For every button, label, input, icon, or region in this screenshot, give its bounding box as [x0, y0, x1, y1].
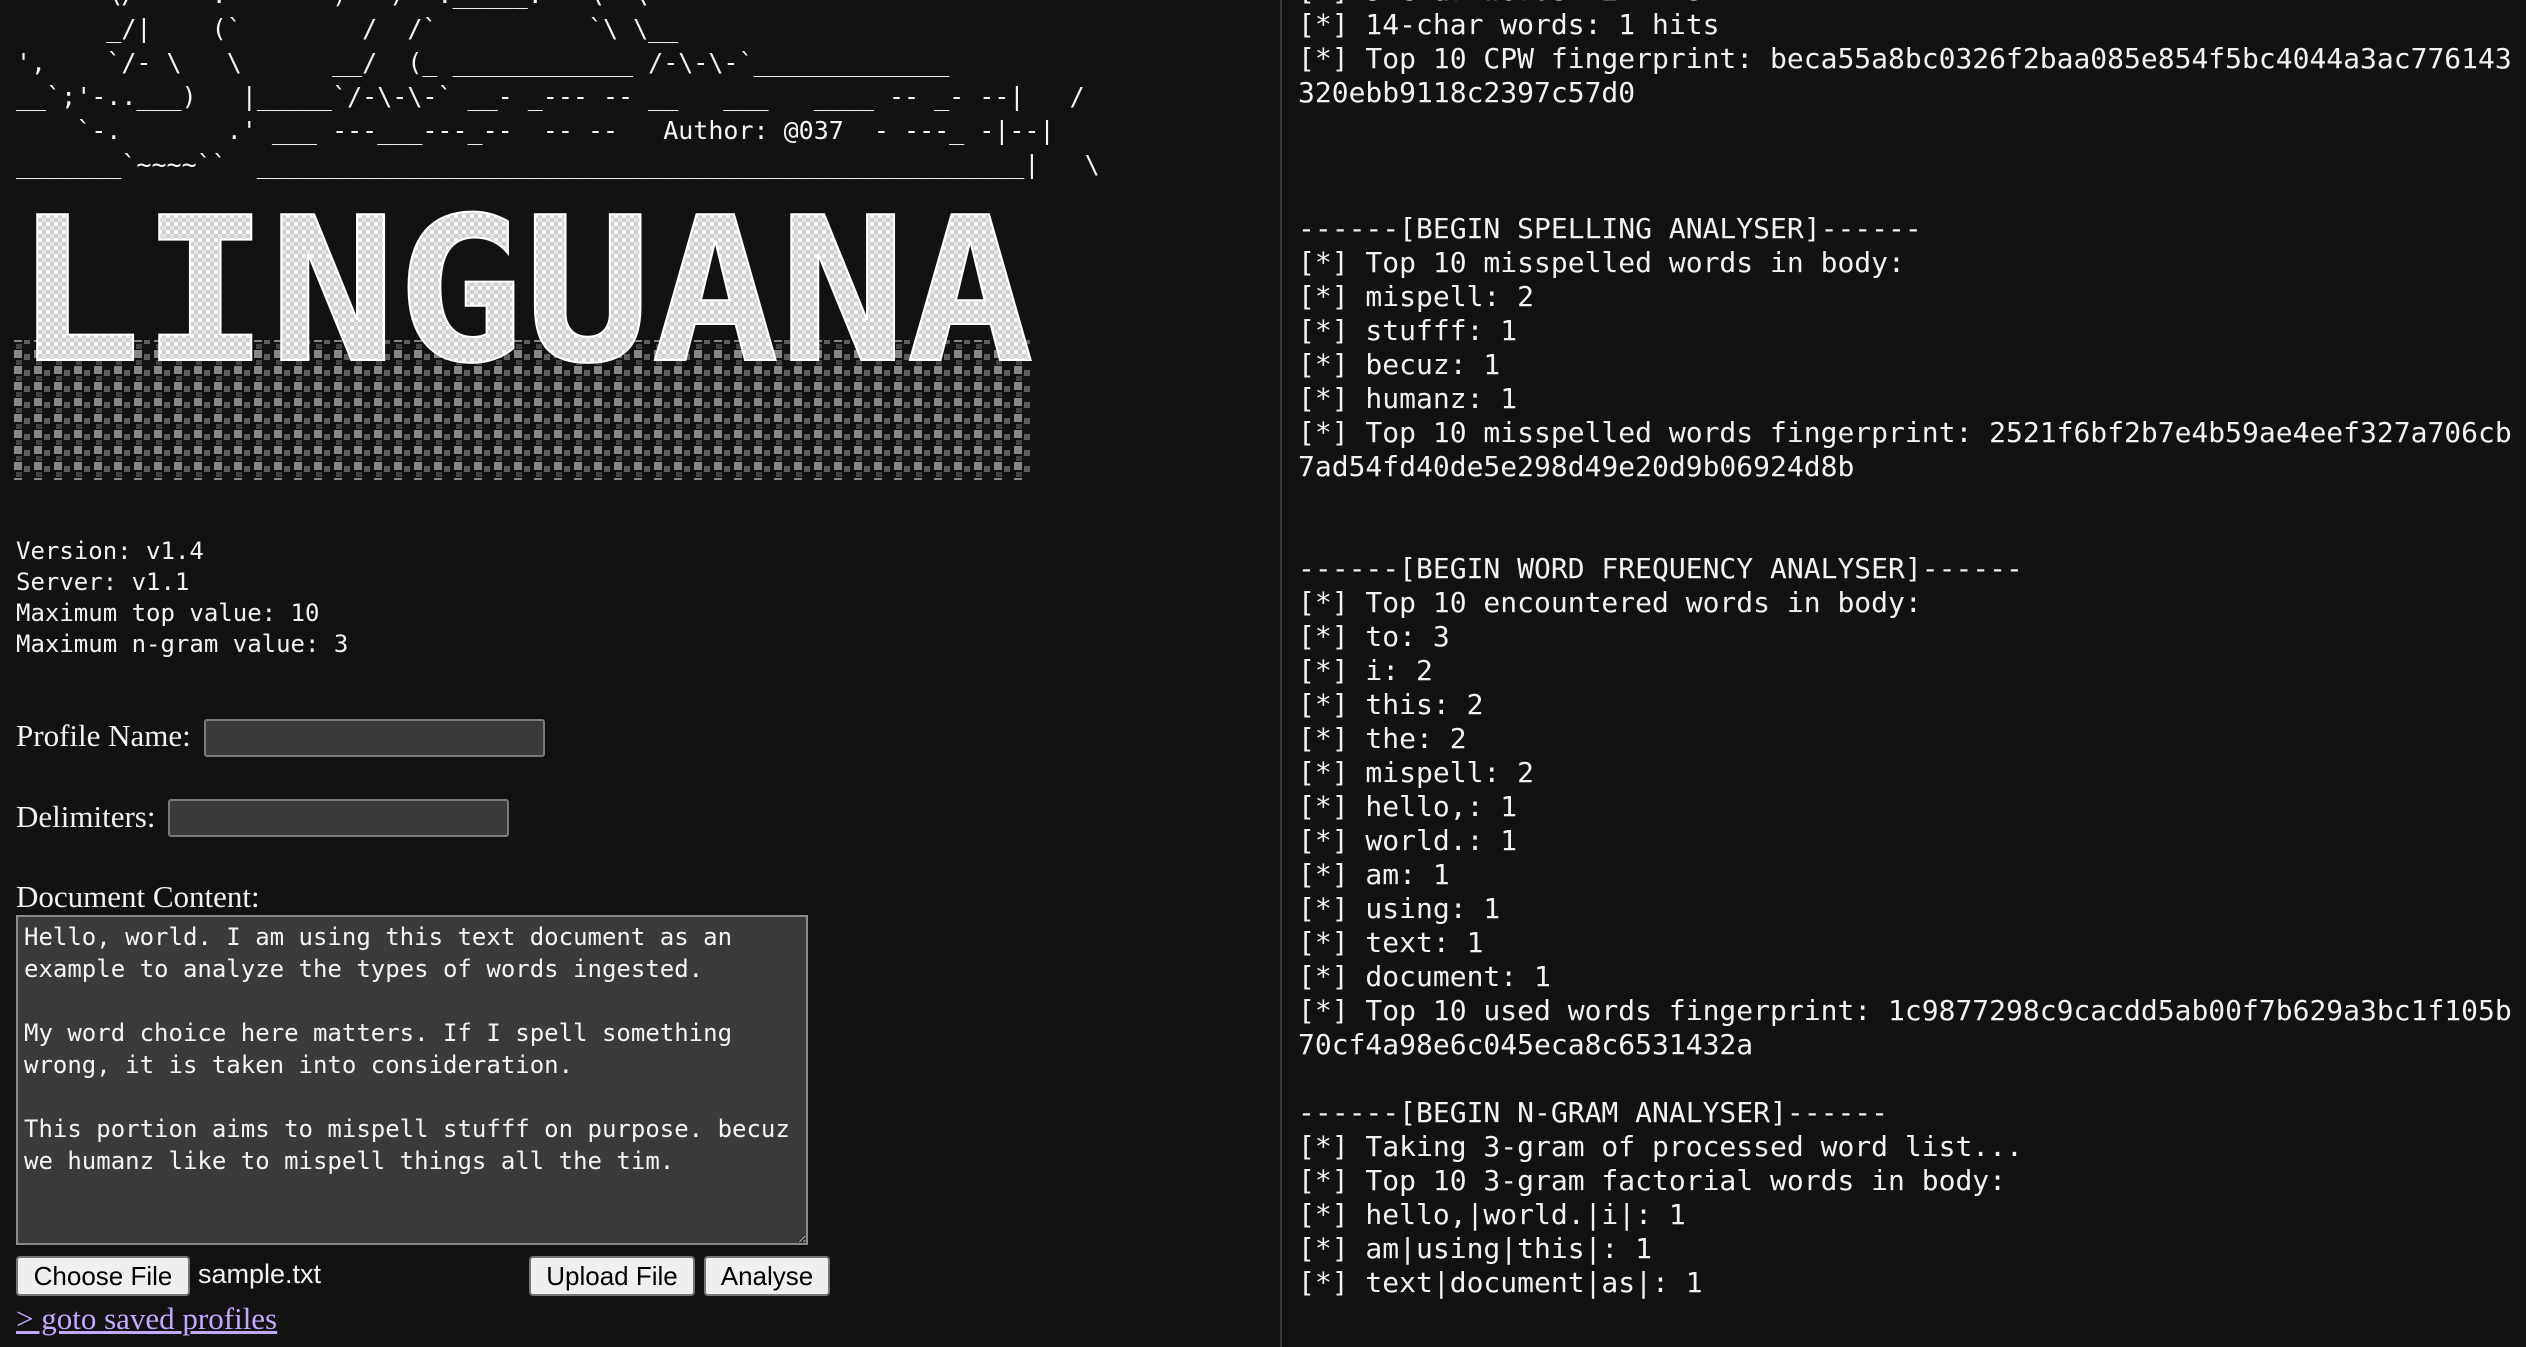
output-blank-line [1298, 144, 2516, 178]
output-line: [*] am: 1 [1298, 858, 1450, 891]
analyse-button[interactable]: Analyse [704, 1256, 830, 1296]
output-line: [*] Top 10 misspelled words in body: [1298, 246, 1905, 279]
output-blank-line [1298, 484, 2516, 518]
output-blank-line [1298, 178, 2516, 212]
output-line: [*] Taking 3-gram of processed word list… [1298, 1130, 2023, 1163]
output-blank-line [1298, 1062, 2516, 1096]
panel-divider [1280, 0, 1282, 1347]
output-line: [*] using: 1 [1298, 892, 1501, 925]
output-blank-line [1298, 518, 2516, 552]
delimiters-input[interactable] [168, 799, 509, 837]
goto-saved-profiles-link[interactable]: > goto saved profiles [16, 1301, 277, 1337]
output-line: [*] stufff: 1 [1298, 314, 1518, 347]
linguana-logo: LINGUANA [14, 190, 1034, 480]
profile-name-input[interactable] [204, 719, 545, 757]
output-line: [*] humanz: 1 [1298, 382, 1518, 415]
document-content-label: Document Content: [16, 879, 260, 914]
output-line: [*] hello,: 1 [1298, 790, 1518, 823]
ascii-banner: \/ .---'''`) /`-._____.--'\ \ _/| (` / /… [16, 0, 1100, 179]
output-line: [*] i: 2 [1298, 654, 1433, 687]
upload-file-button[interactable]: Upload File [529, 1256, 695, 1296]
output-line: [*] the: 2 [1298, 722, 1467, 755]
output-line: [*] text: 1 [1298, 926, 1484, 959]
delimiters-label: Delimiters: [16, 799, 156, 834]
output-line: [*] mispell: 2 [1298, 756, 1535, 789]
max-ngram-text: Maximum n-gram value: 3 [16, 630, 349, 658]
logo-text: LINGUANA [14, 190, 1034, 408]
selected-file-name: sample.txt [198, 1259, 322, 1289]
output-line: [*] Top 10 CPW fingerprint: beca55a8bc03… [1298, 42, 2512, 109]
output-line: [*] to: 3 [1298, 620, 1450, 653]
output-line: [*] 9-char words: 2 hits [1298, 0, 2516, 8]
choose-file-button[interactable]: Choose File [16, 1256, 190, 1296]
output-line: [*] world.: 1 [1298, 824, 1518, 857]
output-line: ------[BEGIN WORD FREQUENCY ANALYSER]---… [1298, 552, 2023, 585]
server-info: Version: v1.4 Server: v1.1 Maximum top v… [16, 536, 348, 660]
version-text: Version: v1.4 [16, 537, 204, 565]
output-line: [*] Top 10 misspelled words fingerprint:… [1298, 416, 2512, 483]
analysis-output: [*] 9-char words: 2 hits[*] 14-char word… [1298, 0, 2516, 1300]
output-line: ------[BEGIN SPELLING ANALYSER]------ [1298, 212, 1922, 245]
output-line: [*] becuz: 1 [1298, 348, 1501, 381]
output-line: [*] hello,|world.|i|: 1 [1298, 1198, 1686, 1231]
output-line: [*] this: 2 [1298, 688, 1484, 721]
output-blank-line [1298, 110, 2516, 144]
output-line: ------[BEGIN N-GRAM ANALYSER]------ [1298, 1096, 1889, 1129]
output-line: [*] document: 1 [1298, 960, 1551, 993]
output-line: [*] Top 10 encountered words in body: [1298, 586, 1922, 619]
output-line: [*] text|document|as|: 1 [1298, 1266, 1703, 1299]
output-line: [*] Top 10 3-gram factorial words in bod… [1298, 1164, 2007, 1197]
output-line: [*] 14-char words: 1 hits [1298, 8, 1720, 41]
left-panel: \/ .---'''`) /`-._____.--'\ \ _/| (` / /… [0, 0, 1280, 1347]
output-line: [*] Top 10 used words fingerprint: 1c987… [1298, 994, 2512, 1061]
profile-name-label: Profile Name: [16, 718, 191, 753]
output-line: [*] am|using|this|: 1 [1298, 1232, 1653, 1265]
document-content-textarea[interactable] [16, 915, 808, 1245]
output-line: [*] mispell: 2 [1298, 280, 1535, 313]
server-text: Server: v1.1 [16, 568, 190, 596]
max-top-text: Maximum top value: 10 [16, 599, 320, 627]
analysis-output-panel: [*] 9-char words: 2 hits[*] 14-char word… [1298, 0, 2518, 1347]
